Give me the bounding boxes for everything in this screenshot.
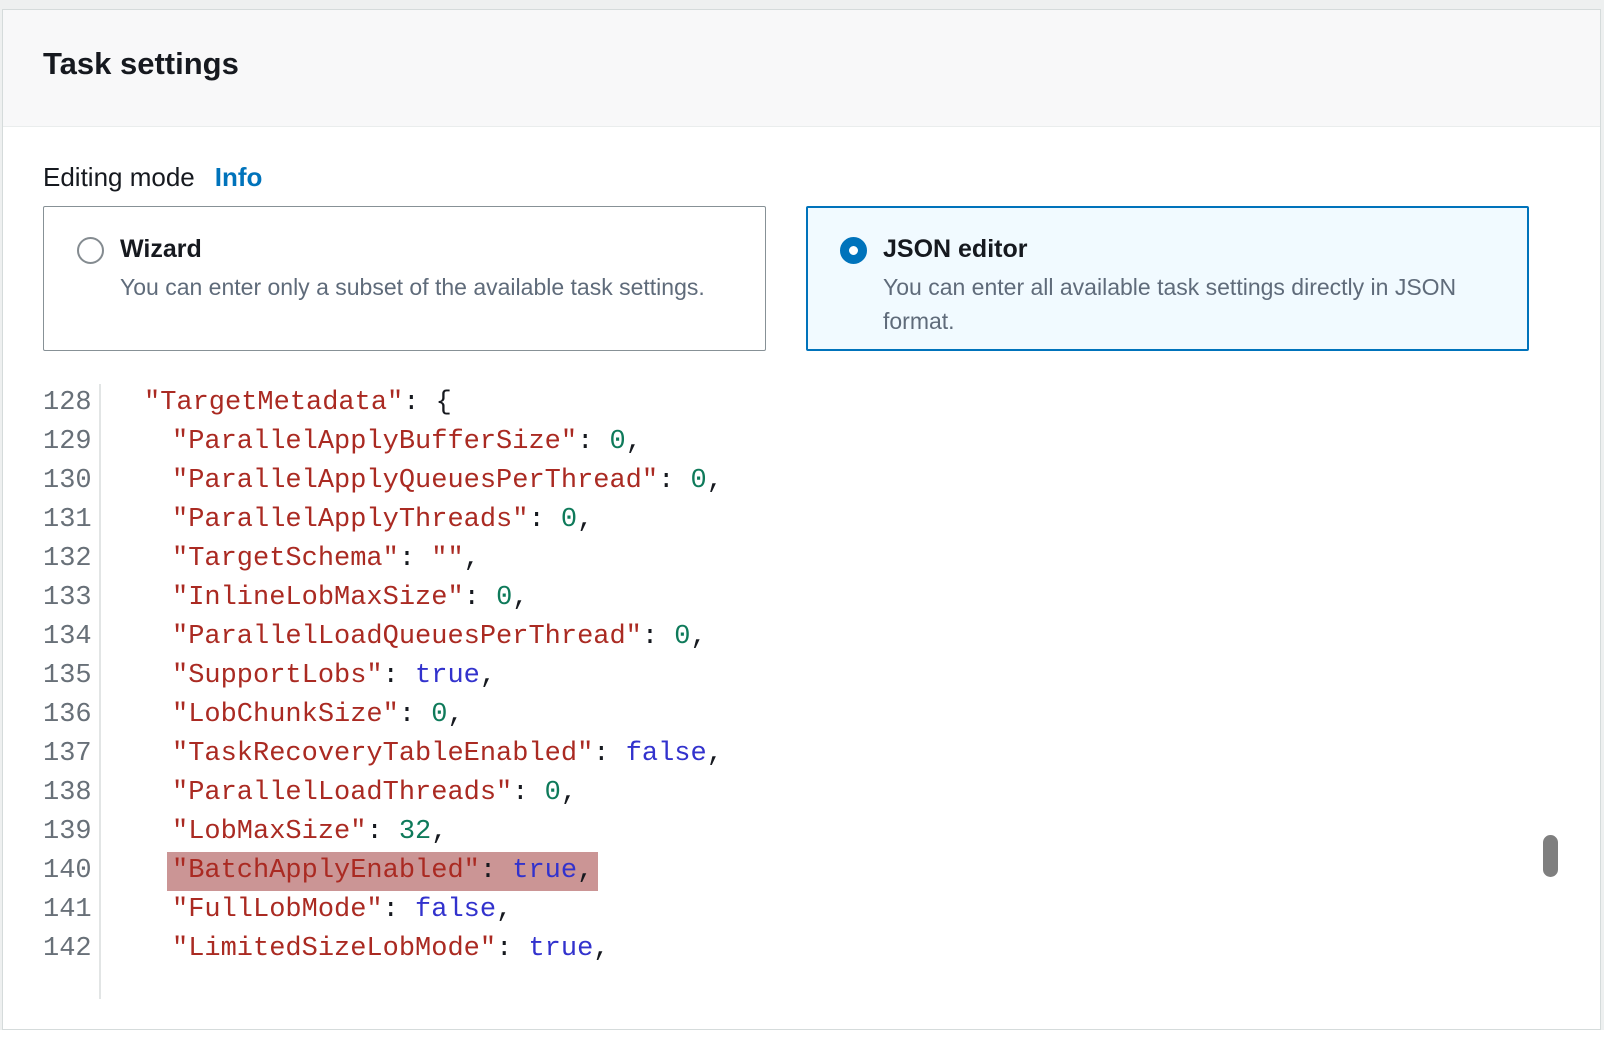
json-code-editor[interactable]: 128"TargetMetadata": {129"ParallelApplyB… xyxy=(43,384,1560,999)
json-editor-option-text: JSON editor You can enter all available … xyxy=(883,233,1504,338)
code-line-135[interactable]: 135"SupportLobs": true, xyxy=(43,657,1560,696)
code-line-137[interactable]: 137"TaskRecoveryTableEnabled": false, xyxy=(43,735,1560,774)
line-number: 139 xyxy=(43,813,101,852)
json-editor-radio[interactable] xyxy=(840,237,867,264)
page-title: Task settings xyxy=(43,44,1560,84)
panel-header: Task settings xyxy=(3,10,1600,127)
code-text: "TargetSchema": "", xyxy=(101,540,1560,579)
json-editor-option-label: JSON editor xyxy=(883,233,1504,266)
code-line-142[interactable]: 142"LimitedSizeLobMode": true, xyxy=(43,930,1560,969)
code-text: "SupportLobs": true, xyxy=(101,657,1560,696)
wizard-radio[interactable] xyxy=(77,237,104,264)
line-number: 133 xyxy=(43,579,101,618)
wizard-option-text: Wizard You can enter only a subset of th… xyxy=(120,233,705,304)
code-line-131[interactable]: 131"ParallelApplyThreads": 0, xyxy=(43,501,1560,540)
line-number: 141 xyxy=(43,891,101,930)
line-number: 140 xyxy=(43,852,101,891)
json-editor-option-description: You can enter all available task setting… xyxy=(883,270,1504,338)
code-text: "TargetMetadata": { xyxy=(101,384,1560,423)
line-number: 142 xyxy=(43,930,101,969)
task-settings-panel: Task settings Editing mode Info Wizard Yo… xyxy=(2,9,1601,1030)
panel-body: Editing mode Info Wizard You can enter on… xyxy=(3,127,1600,1029)
line-number: 131 xyxy=(43,501,101,540)
editing-mode-label: Editing mode xyxy=(43,162,195,192)
line-number: 130 xyxy=(43,462,101,501)
page-bottom-gap xyxy=(0,1030,1604,1046)
code-text: "ParallelApplyThreads": 0, xyxy=(101,501,1560,540)
code-line-139[interactable]: 139"LobMaxSize": 32, xyxy=(43,813,1560,852)
line-number: 138 xyxy=(43,774,101,813)
wizard-option-description: You can enter only a subset of the avail… xyxy=(120,270,705,304)
code-text: "ParallelLoadThreads": 0, xyxy=(101,774,1560,813)
code-line-133[interactable]: 133"InlineLobMaxSize": 0, xyxy=(43,579,1560,618)
line-number: 136 xyxy=(43,696,101,735)
code-line-129[interactable]: 129"ParallelApplyBufferSize": 0, xyxy=(43,423,1560,462)
line-number: 132 xyxy=(43,540,101,579)
code-text: "InlineLobMaxSize": 0, xyxy=(101,579,1560,618)
code-text: "ParallelLoadQueuesPerThread": 0, xyxy=(101,618,1560,657)
code-text: "FullLobMode": false, xyxy=(101,891,1560,930)
line-number: 128 xyxy=(43,384,101,423)
code-line-138[interactable]: 138"ParallelLoadThreads": 0, xyxy=(43,774,1560,813)
line-number: 137 xyxy=(43,735,101,774)
code-text: "LobMaxSize": 32, xyxy=(101,813,1560,852)
code-text: "TaskRecoveryTableEnabled": false, xyxy=(101,735,1560,774)
code-line-140[interactable]: 140 "BatchApplyEnabled": true, xyxy=(43,852,1560,891)
wizard-option-label: Wizard xyxy=(120,233,705,266)
editing-mode-row: Editing mode Info xyxy=(43,161,1560,193)
gutter-stub-cell xyxy=(43,969,101,999)
editing-mode-options: Wizard You can enter only a subset of th… xyxy=(43,206,1560,351)
code-text: "ParallelApplyQueuesPerThread": 0, xyxy=(101,462,1560,501)
json-editor-option-tile[interactable]: JSON editor You can enter all available … xyxy=(806,206,1529,351)
wizard-option-tile[interactable]: Wizard You can enter only a subset of th… xyxy=(43,206,766,351)
code-text: "ParallelApplyBufferSize": 0, xyxy=(101,423,1560,462)
code-line-136[interactable]: 136"LobChunkSize": 0, xyxy=(43,696,1560,735)
highlighted-code: "BatchApplyEnabled": true, xyxy=(167,852,598,891)
line-number: 134 xyxy=(43,618,101,657)
code-line-130[interactable]: 130"ParallelApplyQueuesPerThread": 0, xyxy=(43,462,1560,501)
line-number: 135 xyxy=(43,657,101,696)
gutter-stub xyxy=(43,969,1560,999)
code-line-134[interactable]: 134"ParallelLoadQueuesPerThread": 0, xyxy=(43,618,1560,657)
scrollbar-thumb[interactable] xyxy=(1543,835,1558,877)
code-text: "LimitedSizeLobMode": true, xyxy=(101,930,1560,969)
line-number: 129 xyxy=(43,423,101,462)
code-line-141[interactable]: 141"FullLobMode": false, xyxy=(43,891,1560,930)
info-link[interactable]: Info xyxy=(215,162,263,192)
code-line-128[interactable]: 128"TargetMetadata": { xyxy=(43,384,1560,423)
code-text: "BatchApplyEnabled": true, xyxy=(101,852,1560,891)
code-line-132[interactable]: 132"TargetSchema": "", xyxy=(43,540,1560,579)
code-text: "LobChunkSize": 0, xyxy=(101,696,1560,735)
